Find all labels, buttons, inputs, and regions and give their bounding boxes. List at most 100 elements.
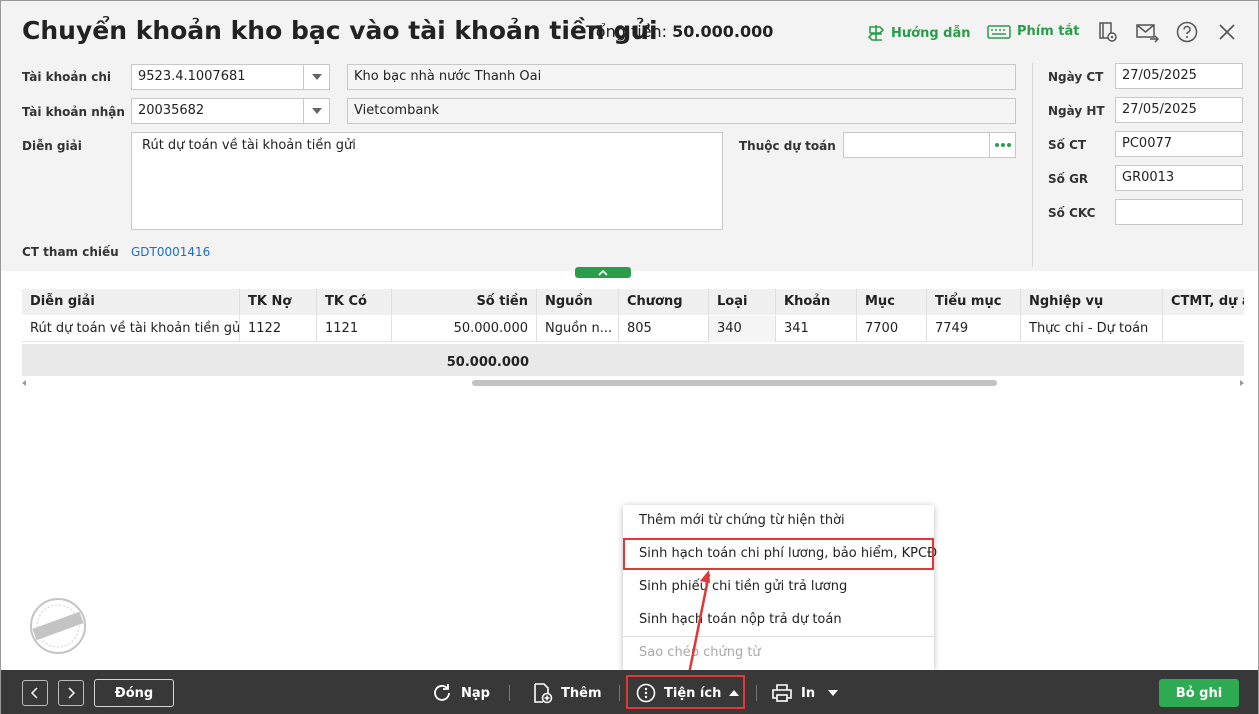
- total-value: 50.000.000: [672, 22, 774, 41]
- chevron-up-icon: [598, 269, 608, 276]
- grid-summary-row: 50.000.000: [22, 344, 1244, 376]
- cell-loai[interactable]: 340: [709, 316, 776, 342]
- ngay-ht-input[interactable]: 27/05/2025: [1115, 97, 1243, 123]
- form-divider: [1032, 63, 1033, 267]
- chevron-down-icon[interactable]: [303, 65, 329, 89]
- view-book-icon[interactable]: [1095, 20, 1119, 44]
- col-header[interactable]: Khoản: [776, 289, 857, 315]
- col-header[interactable]: CTMT, dự án: [1163, 289, 1244, 315]
- utilities-label: Tiện ích: [664, 685, 722, 701]
- keyboard-icon: [987, 24, 1011, 39]
- signpost-icon: [867, 25, 885, 41]
- cell-khoan[interactable]: 341: [776, 316, 857, 342]
- add-button[interactable]: Thêm: [531, 679, 602, 707]
- ngay-ct-input[interactable]: 27/05/2025: [1115, 63, 1243, 89]
- cell-dien-giai[interactable]: Rút dự toán về tài khoản tiền gửi: [22, 316, 240, 342]
- col-header[interactable]: TK Có: [317, 289, 392, 315]
- next-button[interactable]: [58, 680, 84, 706]
- col-header[interactable]: Số tiền: [392, 289, 537, 315]
- more-options-icon[interactable]: [989, 133, 1015, 157]
- ct-tham-chieu-label: CT tham chiếu: [22, 245, 119, 259]
- info-circle-icon: [636, 683, 656, 703]
- tk-chi-label: Tài khoản chi: [22, 70, 111, 84]
- cell-nguon[interactable]: Nguồn n...: [537, 316, 619, 342]
- toolbar-divider: [619, 685, 620, 701]
- cell-tieu-muc[interactable]: 7749: [927, 316, 1021, 342]
- close-icon[interactable]: [1215, 20, 1239, 44]
- so-ct-input[interactable]: PC0077: [1115, 131, 1243, 157]
- ngay-ht-label: Ngày HT: [1048, 104, 1105, 118]
- detail-grid: Diễn giải TK Nợ TK Có Số tiền Nguồn Chươ…: [22, 289, 1244, 379]
- tk-chi-name: Kho bạc nhà nước Thanh Oai: [347, 64, 1016, 90]
- col-header[interactable]: Tiểu mục: [927, 289, 1021, 315]
- menu-item-generate-payroll-entry[interactable]: Sinh hạch toán chi phí lương, bảo hiểm, …: [623, 538, 937, 570]
- guide-label: Hướng dẫn: [891, 25, 971, 41]
- add-document-icon: [534, 683, 553, 704]
- chevron-down-icon[interactable]: [303, 99, 329, 123]
- utilities-menu: Thêm mới từ chứng từ hiện thời Sinh hạch…: [623, 505, 937, 670]
- cell-muc[interactable]: 7700: [857, 316, 927, 342]
- shortcut-link[interactable]: Phím tắt: [987, 24, 1080, 39]
- thuoc-du-toan-label: Thuộc dự toán: [739, 139, 836, 153]
- prev-button[interactable]: [22, 680, 48, 706]
- so-ckc-input[interactable]: [1115, 199, 1243, 225]
- ct-tham-chieu-link[interactable]: GDT0001416: [131, 245, 210, 259]
- total-label: Tổng tiền:: [586, 22, 668, 41]
- annotation-arrow: [687, 570, 711, 675]
- col-header[interactable]: Nghiệp vụ: [1021, 289, 1163, 315]
- col-header[interactable]: Loại: [709, 289, 776, 315]
- scroll-left-icon[interactable]: [22, 380, 27, 386]
- toolbar-divider: [756, 685, 757, 701]
- print-button[interactable]: In: [771, 679, 815, 707]
- menu-item-new-from-current[interactable]: Thêm mới từ chứng từ hiện thời: [623, 505, 934, 537]
- menu-item-copy-voucher: Sao chép chứng từ: [639, 645, 761, 660]
- reload-button[interactable]: Nạp: [431, 679, 490, 707]
- print-label: In: [801, 685, 816, 701]
- dien-giai-textarea[interactable]: Rút dự toán về tài khoản tiền gửi: [131, 132, 723, 230]
- total-amount: Tổng tiền: 50.000.000: [586, 22, 773, 41]
- send-mail-icon[interactable]: [1135, 20, 1159, 44]
- menu-item-generate-payroll-payment[interactable]: Sinh phiếu chi tiền gửi trả lương: [623, 571, 934, 603]
- toolbar-divider: [509, 685, 510, 701]
- header-bar: Chuyển khoản kho bạc vào tài khoản tiền …: [1, 1, 1258, 63]
- tk-nhan-select[interactable]: 20035682: [131, 98, 330, 124]
- chevron-left-icon: [31, 687, 38, 699]
- tk-chi-value: 9523.4.1007681: [138, 69, 246, 84]
- unpost-button[interactable]: Bỏ ghi: [1159, 679, 1239, 707]
- help-icon[interactable]: [1175, 20, 1199, 44]
- cell-chuong[interactable]: 805: [619, 316, 709, 342]
- guide-link[interactable]: Hướng dẫn: [867, 24, 971, 42]
- scrollbar-thumb[interactable]: [472, 380, 997, 386]
- footer-toolbar: Đóng Nạp Thêm Tiện ích In Bỏ ghi: [1, 670, 1258, 714]
- col-header[interactable]: Mục: [857, 289, 927, 315]
- dien-giai-label: Diễn giải: [22, 139, 82, 153]
- so-gr-label: Số GR: [1048, 172, 1089, 186]
- add-label: Thêm: [561, 685, 602, 701]
- col-header[interactable]: Nguồn: [537, 289, 619, 315]
- so-gr-input[interactable]: GR0013: [1115, 165, 1243, 191]
- col-header[interactable]: Diễn giải: [22, 289, 240, 315]
- reload-label: Nạp: [461, 685, 490, 701]
- cell-tk-no[interactable]: 1122: [240, 316, 317, 342]
- col-header[interactable]: TK Nợ: [240, 289, 317, 315]
- window: Chuyển khoản kho bạc vào tài khoản tiền …: [0, 0, 1259, 714]
- collapse-toggle[interactable]: [575, 267, 631, 278]
- scroll-right-icon[interactable]: [1239, 380, 1244, 386]
- cell-tk-co[interactable]: 1121: [317, 316, 392, 342]
- so-ct-label: Số CT: [1048, 138, 1087, 152]
- cell-so-tien[interactable]: 50.000.000: [392, 316, 537, 342]
- utilities-button[interactable]: Tiện ích: [636, 679, 740, 707]
- horizontal-scrollbar[interactable]: [22, 380, 1244, 386]
- cell-nghiep-vu[interactable]: Thực chi - Dự toán: [1021, 316, 1163, 342]
- menu-item-generate-budget-refund[interactable]: Sinh hạch toán nộp trả dự toán: [623, 604, 934, 636]
- tk-chi-select[interactable]: 9523.4.1007681: [131, 64, 330, 90]
- close-button[interactable]: Đóng: [94, 679, 174, 707]
- ngay-ct-label: Ngày CT: [1048, 70, 1104, 84]
- sample-data-stamp-icon: [30, 598, 86, 654]
- cell-ctmt[interactable]: [1163, 316, 1244, 342]
- table-row[interactable]: Rút dự toán về tài khoản tiền gửi 1122 1…: [22, 316, 1244, 342]
- thuoc-du-toan-input[interactable]: [843, 132, 1016, 158]
- print-dropdown-button[interactable]: [828, 679, 838, 707]
- chevron-right-icon: [68, 687, 75, 699]
- col-header[interactable]: Chương: [619, 289, 709, 315]
